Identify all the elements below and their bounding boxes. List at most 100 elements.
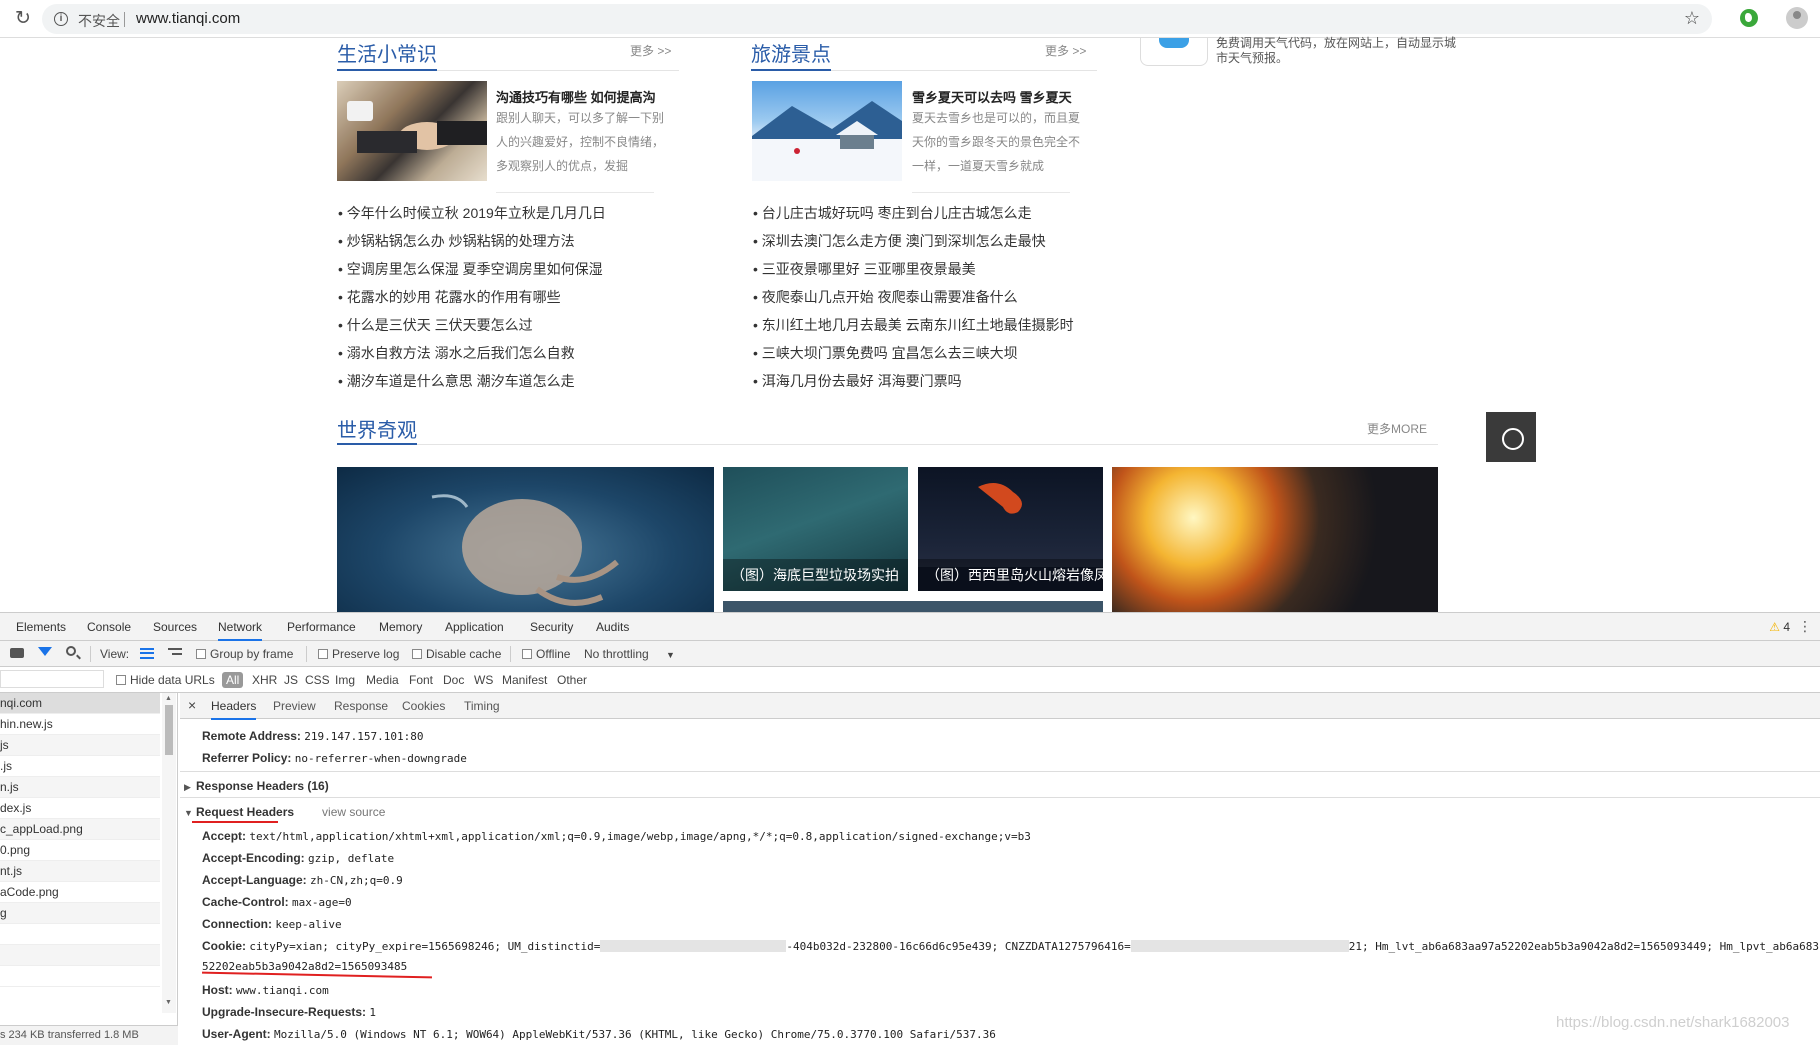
more-menu-icon[interactable]: ⋮ [1798,618,1812,635]
tab-elements[interactable]: Elements [16,620,66,634]
list-item[interactable]: 台儿庄古城好玩吗 枣庄到台儿庄古城怎么走 [753,199,1074,227]
wonder-caption[interactable]: （图）西西里岛火山熔岩像凤 [918,559,1103,591]
table-row[interactable]: nqi.com [0,693,160,714]
list-item[interactable]: 潮汐车道是什么意思 潮汐车道怎么走 [338,367,606,395]
list-item[interactable]: 深圳去澳门怎么走方便 澳门到深圳怎么走最快 [753,227,1074,255]
reload-icon[interactable]: ↻ [12,8,34,30]
filter-css[interactable]: CSS [305,673,330,687]
filter-other[interactable]: Other [557,673,587,687]
list-item[interactable]: 洱海几月份去最好 洱海要门票吗 [753,367,1074,395]
response-headers-toggle[interactable]: ▶ Response Headers (16) [184,779,329,793]
tab-application[interactable]: Application [445,620,504,634]
table-row[interactable]: c_appLoad.png [0,819,160,840]
tab-network[interactable]: Network [218,620,263,641]
wonders-title[interactable]: 世界奇观 [337,414,417,443]
insecure-label[interactable]: 不安全 [78,11,120,31]
tab-sources[interactable]: Sources [153,620,197,634]
tab-audits[interactable]: Audits [596,620,629,634]
record-icon[interactable] [10,648,24,658]
table-row[interactable] [0,966,160,987]
tab-response[interactable]: Response [334,699,388,713]
hide-data-urls-checkbox[interactable]: Hide data URLs [116,673,215,687]
table-row[interactable]: g [0,903,160,924]
filter-img[interactable]: Img [335,673,355,687]
offline-checkbox[interactable]: Offline [522,647,570,661]
large-rows-icon[interactable] [140,648,154,659]
table-row[interactable]: js [0,735,160,756]
filter-js[interactable]: JS [284,673,298,687]
life-tips-more-link[interactable]: 更多 >> [630,42,671,59]
list-item[interactable]: 空调房里怎么保湿 夏季空调房里如何保湿 [338,255,606,283]
octopus-image[interactable] [337,467,714,612]
list-item[interactable]: 东川红土地几月去最美 云南东川红土地最佳摄影时 [753,311,1074,339]
info-icon[interactable]: i [54,12,68,26]
tab-headers[interactable]: Headers [211,699,257,720]
table-row[interactable]: nt.js [0,861,160,882]
checkbox[interactable] [522,649,532,659]
underwater-garbage-image[interactable]: （图）海底巨型垃圾场实拍 [723,467,908,591]
tab-timing[interactable]: Timing [464,699,500,713]
travel-more-link[interactable]: 更多 >> [1045,42,1086,59]
list-item[interactable]: 溺水自救方法 溺水之后我们怎么自救 [338,339,606,367]
address-bar[interactable]: i 不安全 www.tianqi.com ☆ [42,4,1712,34]
close-icon[interactable]: × [188,697,196,713]
checkbox[interactable] [196,649,206,659]
tab-performance[interactable]: Performance [287,620,356,634]
tab-preview[interactable]: Preview [273,699,316,713]
filter-font[interactable]: Font [409,673,433,687]
table-row[interactable]: hin.new.js [0,714,160,735]
url-text[interactable]: www.tianqi.com [136,10,240,27]
table-row[interactable] [0,924,160,945]
table-row[interactable]: .js [0,756,160,777]
travel-title[interactable]: 旅游景点 [751,38,831,67]
group-by-frame-checkbox[interactable]: Group by frame [196,647,293,661]
list-item[interactable]: 三亚夜景哪里好 三亚哪里夜景最美 [753,255,1074,283]
mini-program-float-button[interactable] [1486,412,1536,462]
evernote-extension-icon[interactable] [1740,9,1758,27]
overview-icon[interactable] [168,648,182,659]
life-tips-feature-title[interactable]: 沟通技巧有哪些 如何提高沟 [496,87,656,106]
list-item[interactable]: 炒锅粘锅怎么办 炒锅粘锅的处理方法 [338,227,606,255]
request-list-scrollbar[interactable]: ▲ ▼ [162,693,176,1013]
wonder-caption[interactable]: （图）海底巨型垃圾场实拍 [723,559,908,591]
tab-cookies[interactable]: Cookies [402,699,445,713]
snow-village-image[interactable] [752,81,902,181]
bookmark-star-icon[interactable]: ☆ [1684,8,1700,29]
checkbox[interactable] [412,649,422,659]
wonders-more-link[interactable]: 更多MORE [1367,420,1427,437]
table-row[interactable]: n.js [0,777,160,798]
filter-icon[interactable] [38,647,52,656]
throttling-select[interactable]: No throttling ▼ [584,647,675,661]
tab-memory[interactable]: Memory [379,620,422,634]
scroll-down-icon[interactable]: ▼ [165,999,172,1006]
warnings-badge[interactable]: ⚠ 4 [1769,620,1790,634]
request-headers-toggle[interactable]: ▼ Request Headers view source [184,805,385,819]
filter-ws[interactable]: WS [474,673,493,687]
table-row[interactable]: aCode.png [0,882,160,903]
list-item[interactable]: 三峡大坝门票免费吗 宜昌怎么去三峡大坝 [753,339,1074,367]
scroll-thumb[interactable] [165,705,173,755]
table-row[interactable]: 0.png [0,840,160,861]
list-item[interactable]: 今年什么时候立秋 2019年立秋是几月几日 [338,199,606,227]
table-row[interactable] [0,945,160,966]
preserve-log-checkbox[interactable]: Preserve log [318,647,399,661]
sun-image[interactable] [1112,467,1438,612]
filter-input[interactable] [0,670,104,688]
table-row[interactable]: dex.js [0,798,160,819]
view-source-link[interactable]: view source [322,805,385,819]
checkbox[interactable] [318,649,328,659]
filter-xhr[interactable]: XHR [252,673,277,687]
wonder-image-partial[interactable] [723,601,1103,612]
account-avatar-icon[interactable] [1786,7,1808,29]
weather-widget-text[interactable]: 免费调用天气代码，放在网站上，自动显示城市天气预报。 [1216,36,1456,66]
list-item[interactable]: 夜爬泰山几点开始 夜爬泰山需要准备什么 [753,283,1074,311]
filter-doc[interactable]: Doc [443,673,464,687]
filter-media[interactable]: Media [366,673,399,687]
disable-cache-checkbox[interactable]: Disable cache [412,647,501,661]
life-tips-title[interactable]: 生活小常识 [337,38,437,67]
tab-security[interactable]: Security [530,620,573,634]
filter-manifest[interactable]: Manifest [502,673,547,687]
volcano-phoenix-image[interactable]: （图）西西里岛火山熔岩像凤 [918,467,1103,591]
scroll-up-icon[interactable]: ▲ [165,695,172,702]
handshake-image[interactable] [337,81,487,181]
